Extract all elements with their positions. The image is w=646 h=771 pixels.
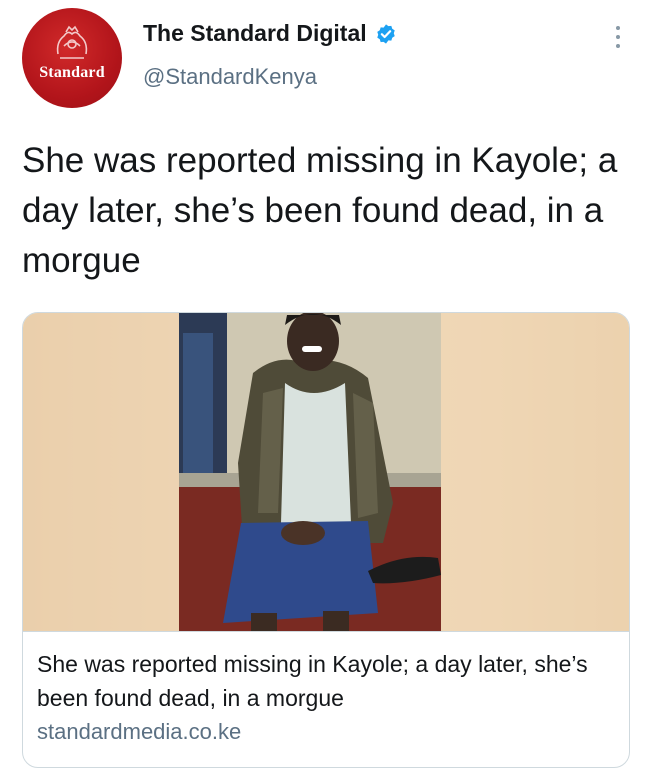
account-handle[interactable]: @StandardKenya (143, 64, 317, 90)
verified-badge-icon (376, 23, 395, 44)
display-name[interactable]: The Standard Digital (143, 20, 367, 47)
avatar[interactable]: Standard (22, 8, 122, 108)
link-card[interactable]: She was reported missing in Kayole; a da… (22, 312, 630, 768)
more-options-icon[interactable] (606, 26, 630, 54)
card-domain[interactable]: standardmedia.co.ke (37, 719, 241, 745)
display-name-row: The Standard Digital (143, 20, 397, 47)
card-image (23, 313, 629, 631)
card-divider (23, 631, 629, 632)
tweet: Standard The Standard Digital @StandardK… (0, 0, 646, 771)
card-title[interactable]: She was reported missing in Kayole; a da… (37, 647, 617, 715)
crest-icon (56, 25, 88, 59)
tweet-text: She was reported missing in Kayole; a da… (22, 141, 618, 280)
avatar-logo-text: Standard (39, 64, 105, 81)
